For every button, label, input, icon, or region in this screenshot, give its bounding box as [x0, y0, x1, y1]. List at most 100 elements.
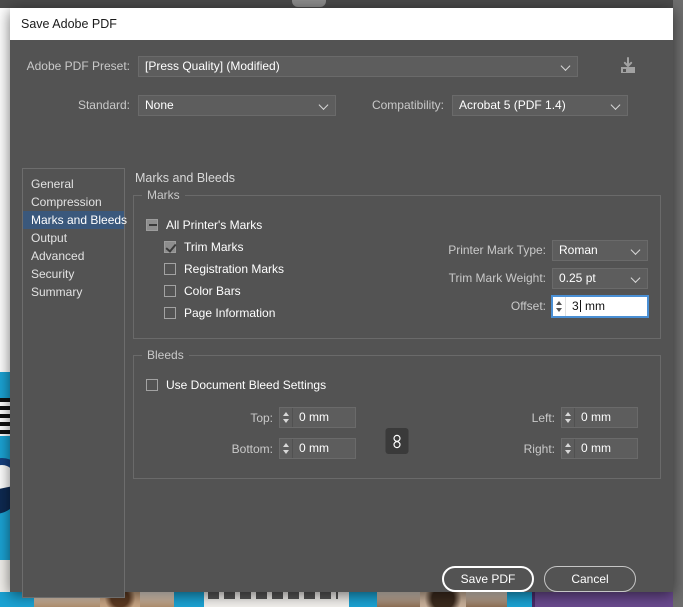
dialog-body: Adobe PDF Preset: [Press Quality] (Modif… [10, 53, 673, 605]
sidebar-item-advanced[interactable]: Advanced [23, 247, 124, 265]
bleed-bottom-label: Bottom: [231, 441, 273, 456]
chain-link-icon[interactable] [385, 428, 409, 454]
settings-sidebar: General Compression Marks and Bleeds Out… [22, 168, 127, 598]
registration-marks-label: Registration Marks [184, 262, 285, 276]
dialog-footer: Save PDF Cancel [10, 553, 673, 605]
standard-select[interactable]: None [138, 94, 336, 116]
bleed-left-row: Left: 0 mm [438, 402, 638, 433]
checkbox-empty-icon [164, 263, 176, 275]
cancel-button[interactable]: Cancel [544, 566, 636, 592]
compatibility-value: Acrobat 5 (PDF 1.4) [459, 98, 566, 112]
color-bars-checkbox[interactable]: Color Bars [164, 280, 301, 302]
adobe-pdf-preset-value: [Press Quality] (Modified) [145, 59, 280, 73]
bleed-right-column: Left: 0 mm Right: 0 mm [438, 402, 638, 464]
trim-mark-weight-label: Trim Mark Weight: [448, 271, 546, 285]
sidebar-item-general[interactable]: General [23, 175, 124, 193]
background-right-strip [673, 0, 683, 607]
bleed-right-label: Right: [523, 441, 555, 456]
registration-marks-checkbox[interactable]: Registration Marks [164, 258, 301, 280]
bleed-top-stepper[interactable] [280, 408, 293, 427]
trim-marks-checkbox[interactable]: Trim Marks [164, 236, 301, 258]
save-pdf-button[interactable]: Save PDF [442, 566, 534, 592]
printer-mark-type-label: Printer Mark Type: [448, 243, 546, 257]
dialog-title: Save Adobe PDF [21, 17, 117, 31]
bleed-left-stepper[interactable] [562, 408, 575, 427]
bleed-left-label: Left: [531, 410, 555, 425]
bleed-left-value: 0 mm [581, 410, 611, 424]
sidebar-item-security[interactable]: Security [23, 265, 124, 283]
standard-label: Standard: [77, 98, 130, 112]
offset-label: Offset: [510, 299, 546, 313]
all-printers-marks-checkbox[interactable]: All Printer's Marks [146, 214, 301, 236]
bleed-right-stepper[interactable] [562, 439, 575, 458]
bleed-bottom-input[interactable]: 0 mm [279, 438, 356, 459]
offset-row: Offset: 3 mm [301, 292, 649, 320]
offset-value: 3 [572, 298, 579, 313]
trim-mark-weight-row: Trim Mark Weight: 0.25 pt [301, 264, 648, 292]
bleed-left-column: Top: 0 mm Bottom: 0 mm [156, 402, 356, 464]
offset-unit: mm [585, 298, 606, 313]
chevron-down-icon [632, 246, 641, 255]
checkbox-empty-icon [164, 285, 176, 297]
chevron-down-icon [612, 101, 621, 110]
bleed-fields-grid: Top: 0 mm Bottom: 0 mm Left: 0 mm Right:… [146, 402, 648, 464]
use-document-bleed-settings-checkbox[interactable]: Use Document Bleed Settings [146, 374, 648, 396]
color-bars-label: Color Bars [184, 284, 241, 298]
use-document-bleed-settings-label: Use Document Bleed Settings [166, 378, 327, 392]
bleed-top-value: 0 mm [299, 410, 329, 424]
bleeds-group: Bleeds Use Document Bleed Settings Top: … [133, 348, 661, 479]
trim-marks-label: Trim Marks [184, 240, 244, 254]
bleed-top-row: Top: 0 mm [156, 402, 356, 433]
sidebar-item-compression[interactable]: Compression [23, 193, 124, 211]
chevron-down-icon [632, 274, 641, 283]
checkbox-empty-icon [146, 379, 158, 391]
all-printers-marks-label: All Printer's Marks [166, 218, 263, 232]
preset-row: Adobe PDF Preset: [Press Quality] (Modif… [10, 53, 673, 79]
chevron-down-icon [562, 62, 571, 71]
standard-compatibility-row: Standard: None Compatibility: Acrobat 5 … [10, 92, 673, 118]
preset-label: Adobe PDF Preset: [26, 59, 130, 73]
offset-value-wrap: 3 mm [566, 297, 611, 316]
bleeds-group-label: Bleeds [142, 348, 189, 362]
sidebar-item-marks-and-bleeds[interactable]: Marks and Bleeds [23, 211, 127, 229]
checkbox-indeterminate-icon [146, 219, 158, 231]
marks-and-bleeds-pane: Marks and Bleeds Marks All Printer's Mar… [133, 171, 661, 495]
printer-mark-type-select[interactable]: Roman [552, 239, 648, 261]
offset-stepper[interactable] [553, 296, 566, 316]
pane-title: Marks and Bleeds [135, 171, 236, 185]
compatibility-label: Compatibility: [371, 98, 444, 112]
bleed-top-label: Top: [250, 410, 273, 425]
page-information-label: Page Information [184, 306, 276, 320]
compatibility-select[interactable]: Acrobat 5 (PDF 1.4) [452, 94, 628, 116]
bleed-left-input[interactable]: 0 mm [561, 407, 638, 428]
printer-mark-type-row: Printer Mark Type: Roman [301, 236, 648, 264]
bleed-bottom-row: Bottom: 0 mm [156, 433, 356, 464]
sidebar-item-output[interactable]: Output [23, 229, 124, 247]
marks-fields-column: Printer Mark Type: Roman Trim Mark Weigh… [301, 214, 649, 324]
bleed-top-input[interactable]: 0 mm [279, 407, 356, 428]
bleed-bottom-value: 0 mm [299, 441, 329, 455]
save-preset-icon[interactable] [618, 56, 638, 76]
bleed-bottom-stepper[interactable] [280, 439, 293, 458]
trim-mark-weight-value: 0.25 pt [559, 271, 596, 285]
text-caret [579, 299, 581, 312]
checkbox-empty-icon [164, 307, 176, 319]
bleed-right-row: Right: 0 mm [438, 433, 638, 464]
trim-mark-weight-select[interactable]: 0.25 pt [552, 267, 648, 289]
bleed-right-input[interactable]: 0 mm [561, 438, 638, 459]
sidebar-item-summary[interactable]: Summary [23, 283, 124, 301]
standard-value: None [145, 98, 174, 112]
offset-input[interactable]: 3 mm [551, 294, 649, 318]
marks-checkbox-column: All Printer's Marks Trim Marks Registrat… [146, 214, 301, 324]
adobe-pdf-preset-select[interactable]: [Press Quality] (Modified) [138, 55, 578, 77]
checkbox-checked-icon [164, 241, 176, 253]
marks-group: Marks All Printer's Marks Trim Marks Reg… [133, 188, 661, 339]
page-information-checkbox[interactable]: Page Information [164, 302, 301, 324]
marks-group-label: Marks [142, 188, 185, 202]
chevron-down-icon [320, 101, 329, 110]
background-top-strip [0, 0, 683, 8]
background-top-notch [292, 0, 326, 7]
bleed-right-value: 0 mm [581, 441, 611, 455]
printer-mark-type-value: Roman [559, 243, 598, 257]
save-adobe-pdf-dialog: Save Adobe PDF Adobe PDF Preset: [Press … [10, 8, 673, 598]
